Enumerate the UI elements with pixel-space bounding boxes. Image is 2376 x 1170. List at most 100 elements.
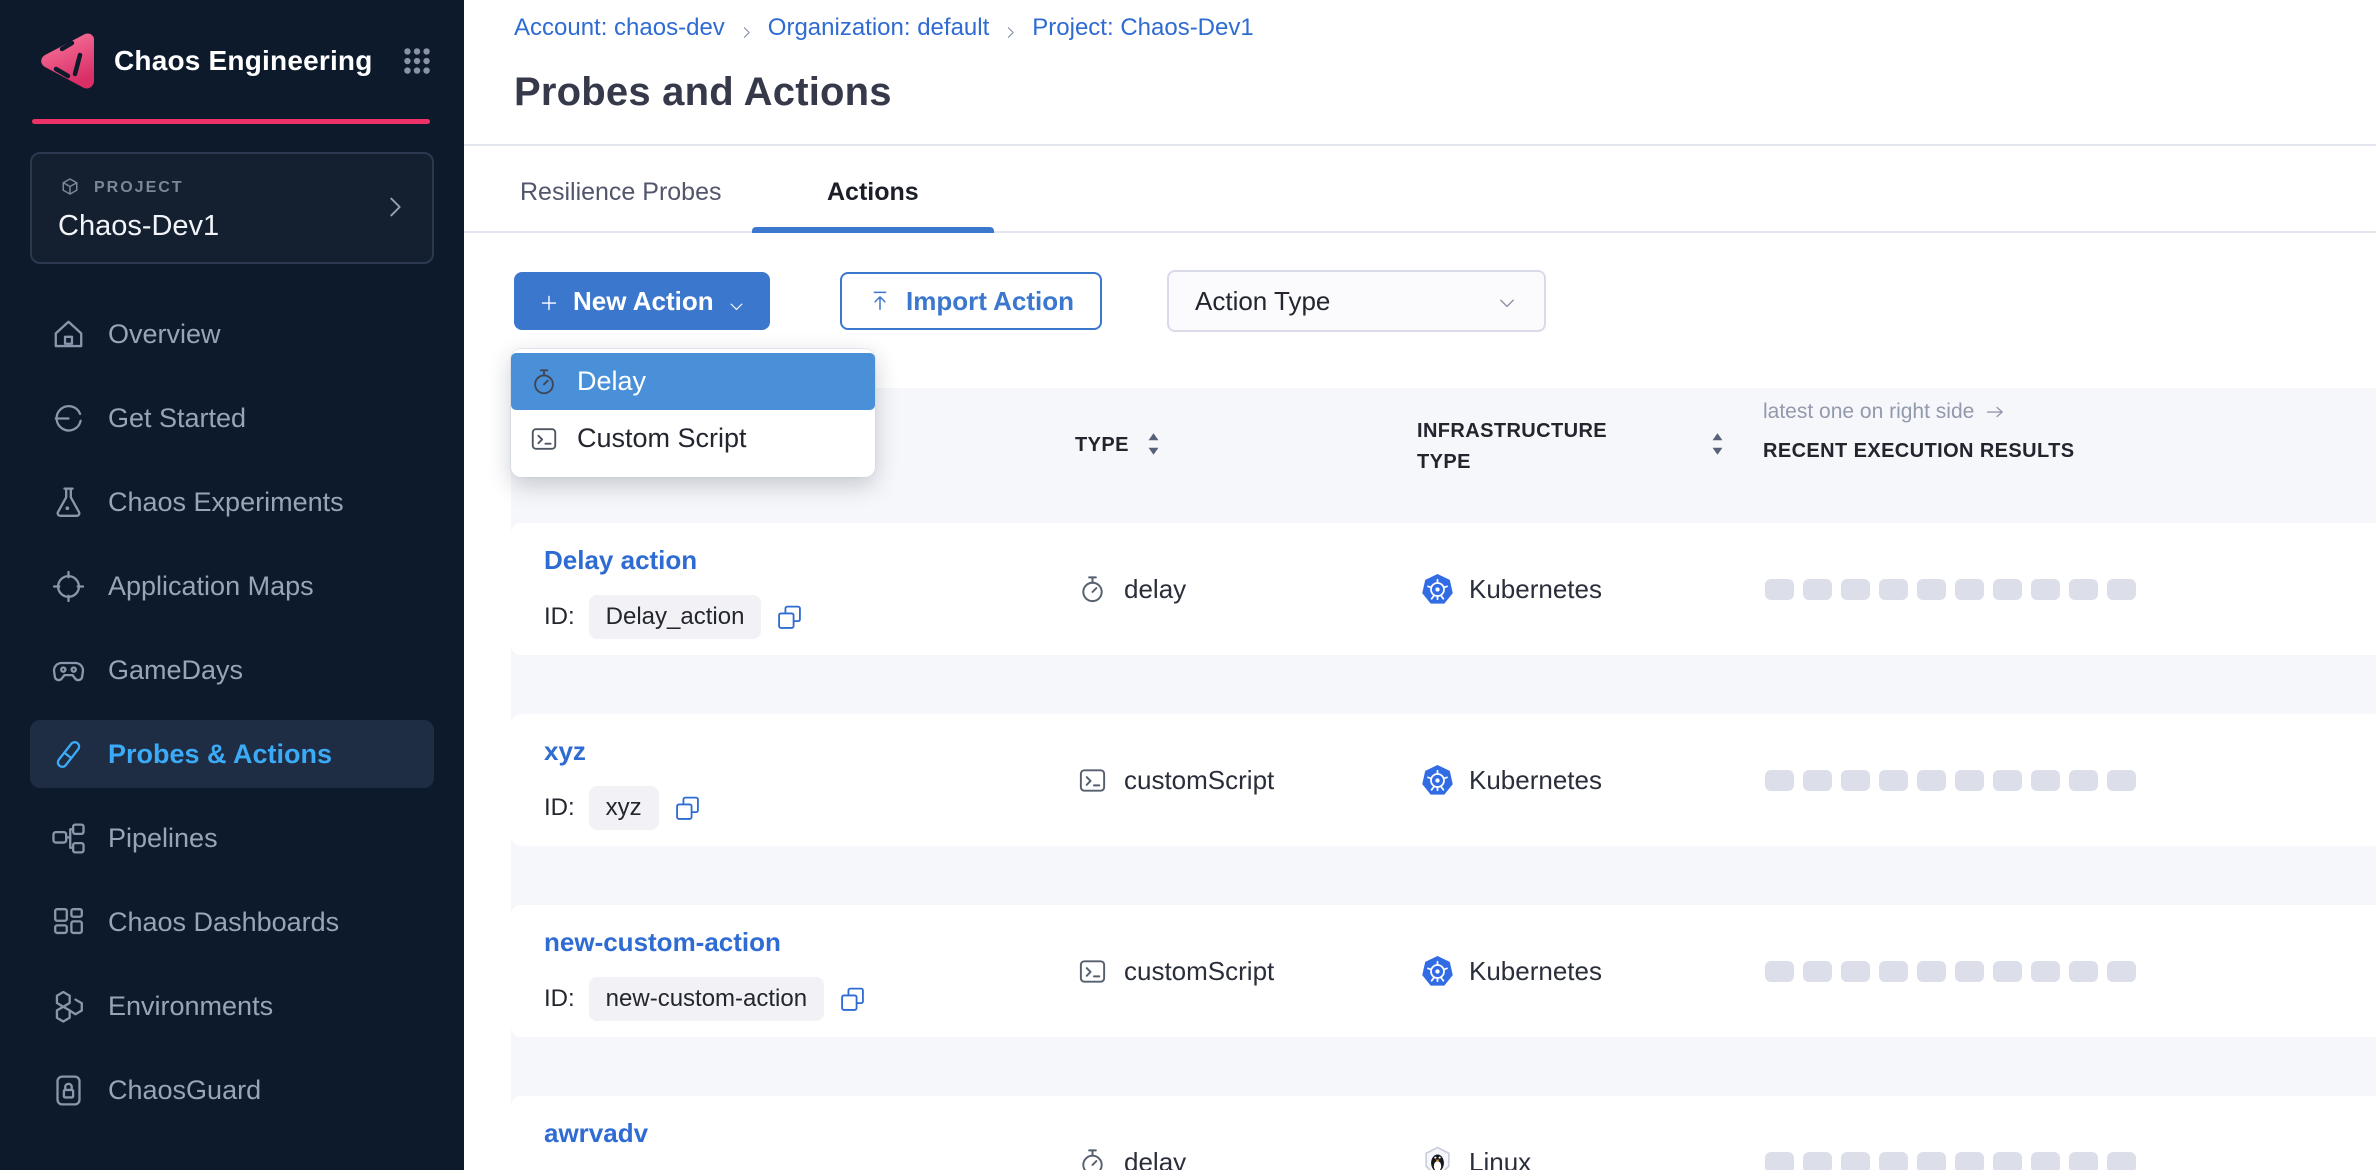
chevron-right-icon [380, 192, 410, 222]
result-pill [2069, 579, 2098, 600]
table-row: awrvadv delay Linux [511, 1096, 2376, 1170]
menu-item-label: Delay [577, 366, 646, 397]
column-header-type[interactable]: TYPE [1075, 434, 1129, 457]
type-value: delay [1124, 1147, 1186, 1170]
breadcrumb-link[interactable]: Project: Chaos-Dev1 [1032, 14, 1253, 42]
environments-icon [50, 988, 87, 1025]
result-pill [2107, 1152, 2136, 1170]
action-name-link[interactable]: awrvadv [544, 1118, 648, 1149]
result-pill [1993, 961, 2022, 982]
project-label: PROJECT [94, 179, 184, 197]
kubernetes-icon [1421, 955, 1454, 988]
active-tab-indicator [752, 227, 994, 233]
new-action-button[interactable]: New Action [514, 272, 770, 330]
infrastructure-value: Linux [1469, 1147, 1531, 1170]
linux-icon [1421, 1146, 1454, 1170]
breadcrumb-link[interactable]: Account: chaos-dev [514, 14, 725, 42]
brand-row: Chaos Engineering [34, 28, 434, 94]
copy-icon[interactable] [838, 985, 867, 1014]
recent-results-cell [1765, 523, 2136, 655]
sidebar-item-label: Pipelines [108, 823, 218, 854]
action-name-link[interactable]: xyz [544, 736, 586, 767]
result-pill [1765, 770, 1794, 791]
results-hint-text: latest one on right side [1763, 400, 1974, 424]
chaos-logo-icon [34, 29, 98, 93]
result-pill [1841, 961, 1870, 982]
recent-results-cell [1765, 714, 2136, 846]
id-label: ID: [544, 603, 575, 631]
result-pill [1993, 770, 2022, 791]
action-name-link[interactable]: new-custom-action [544, 927, 781, 958]
breadcrumb-link[interactable]: Organization: default [768, 14, 989, 42]
result-pill [2069, 1152, 2098, 1170]
result-pill [1765, 579, 1794, 600]
menu-item-custom-script[interactable]: Custom Script [511, 410, 875, 467]
infrastructure-value: Kubernetes [1469, 956, 1602, 987]
type-cell: customScript [1077, 905, 1274, 1037]
project-selector[interactable]: PROJECT Chaos-Dev1 [30, 152, 434, 264]
upload-icon [868, 289, 892, 313]
result-pill [1765, 961, 1794, 982]
action-id-value: Delay_action [589, 595, 762, 639]
sidebar-item-application-maps[interactable]: Application Maps [0, 544, 464, 628]
sidebar-item-get-started[interactable]: Get Started [0, 376, 464, 460]
sidebar-item-environments[interactable]: Environments [0, 964, 464, 1048]
import-action-button[interactable]: Import Action [840, 272, 1102, 330]
probe-icon [50, 736, 87, 773]
result-pill [1841, 1152, 1870, 1170]
sort-icon[interactable] [1709, 430, 1726, 458]
action-type-select[interactable]: Action Type [1167, 270, 1546, 332]
tab-actions[interactable]: Actions [827, 178, 919, 207]
column-header-infrastructure[interactable]: INFRASTRUCTURE TYPE [1417, 416, 1647, 478]
sidebar-item-probes-actions[interactable]: Probes & Actions [0, 712, 464, 796]
sidebar-item-overview[interactable]: Overview [0, 292, 464, 376]
menu-item-delay[interactable]: Delay [511, 353, 875, 410]
type-value: delay [1124, 574, 1186, 605]
copy-icon[interactable] [673, 794, 702, 823]
sidebar-item-label: Environments [108, 991, 273, 1022]
infrastructure-cell: Kubernetes [1421, 905, 1602, 1037]
breadcrumb: Account: chaos-dev Organization: default P… [514, 14, 1254, 42]
stopwatch-icon [529, 367, 559, 397]
sidebar-item-label: Overview [108, 319, 221, 350]
chevron-right-icon [1002, 20, 1019, 37]
id-label: ID: [544, 985, 575, 1013]
result-pill [1917, 1152, 1946, 1170]
result-pill [1917, 770, 1946, 791]
table-row: new-custom-action ID:new-custom-action cus… [511, 905, 2376, 1037]
chevron-down-icon [727, 292, 746, 311]
result-pill [2031, 1152, 2060, 1170]
sidebar-item-chaos-dashboards[interactable]: Chaos Dashboards [0, 880, 464, 964]
sidebar-item-chaosguard[interactable]: ChaosGuard [0, 1048, 464, 1132]
arrow-right-icon [1984, 401, 2006, 423]
tab-resilience-probes[interactable]: Resilience Probes [520, 178, 722, 207]
result-pill [2069, 770, 2098, 791]
type-cell: delay [1077, 523, 1186, 655]
action-name-link[interactable]: Delay action [544, 545, 697, 576]
project-name: Chaos-Dev1 [58, 210, 406, 243]
sidebar-item-chaos-experiments[interactable]: Chaos Experiments [0, 460, 464, 544]
result-pill [2031, 961, 2060, 982]
sidebar-item-gamedays[interactable]: GameDays [0, 628, 464, 712]
sort-icon[interactable] [1145, 430, 1162, 458]
result-pill [1879, 770, 1908, 791]
sidebar-item-pipelines[interactable]: Pipelines [0, 796, 464, 880]
infrastructure-cell: Kubernetes [1421, 714, 1602, 846]
result-pill [1803, 579, 1832, 600]
action-id-line: ID:new-custom-action [544, 977, 867, 1021]
target-icon [50, 568, 87, 605]
result-pill [1879, 961, 1908, 982]
kubernetes-icon [1421, 764, 1454, 797]
copy-icon[interactable] [775, 603, 804, 632]
infrastructure-cell: Linux [1421, 1096, 1531, 1170]
recent-results-cell [1765, 905, 2136, 1037]
module-grid-icon[interactable] [400, 44, 434, 78]
project-selector-header: PROJECT [58, 176, 406, 200]
action-type-label: Action Type [1195, 286, 1330, 317]
result-pill [1955, 770, 1984, 791]
new-action-menu: Delay Custom Script [511, 349, 875, 477]
pipelines-icon [50, 820, 87, 857]
column-header-results: RECENT EXECUTION RESULTS [1763, 440, 2074, 463]
brand-accent-divider [32, 119, 430, 124]
menu-item-label: Custom Script [577, 423, 747, 454]
